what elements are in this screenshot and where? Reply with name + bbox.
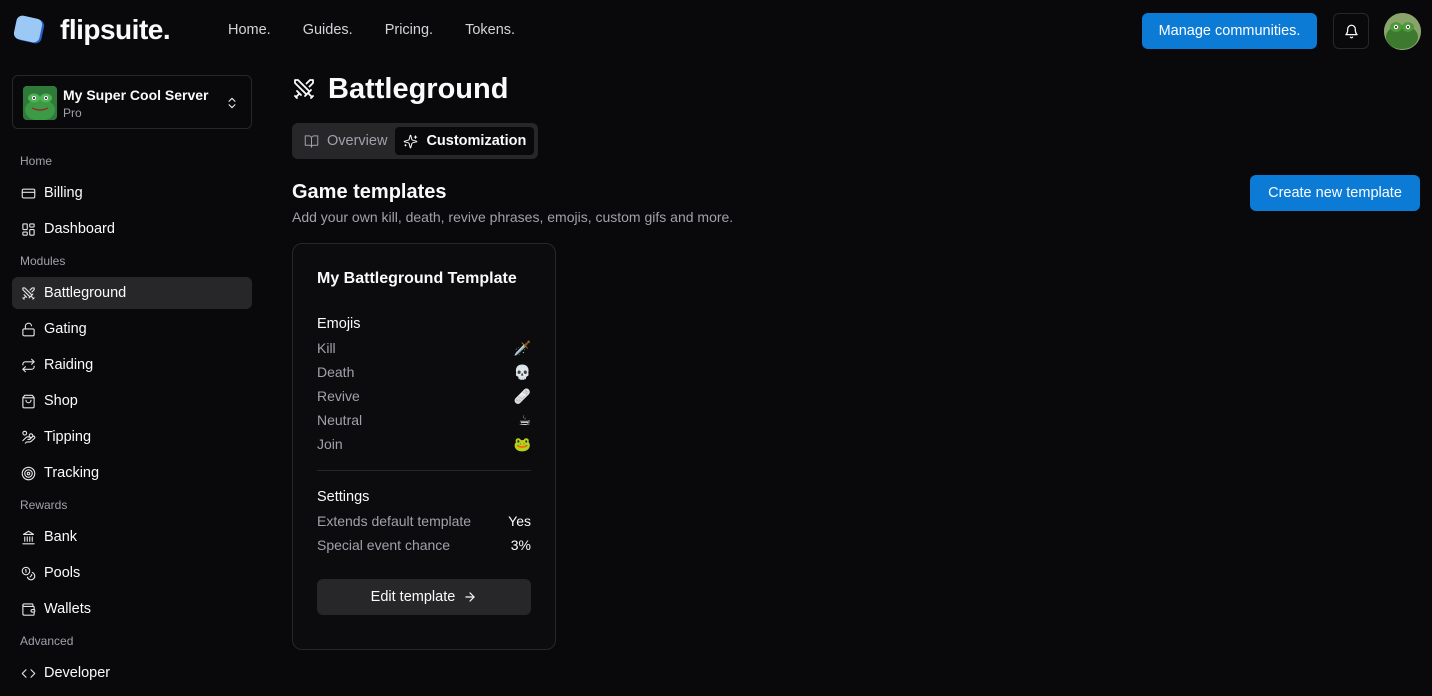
bell-icon xyxy=(1344,24,1358,38)
wallet-icon xyxy=(20,601,36,617)
sidebar-item-label: Shop xyxy=(44,393,78,409)
page-header: Battleground xyxy=(292,70,1420,108)
template-card: My Battleground Template Emojis Kill 🗡️ … xyxy=(292,243,556,650)
nav-pricing-link[interactable]: Pricing. xyxy=(385,22,433,38)
sidebar-item-label: Dashboard xyxy=(44,221,115,237)
tab-label: Overview xyxy=(327,133,388,149)
template-title: My Battleground Template xyxy=(317,270,517,287)
edit-template-button[interactable]: Edit template xyxy=(317,579,531,615)
sidebar-item-battleground[interactable]: Battleground xyxy=(12,277,252,309)
tab-customization[interactable]: Customization xyxy=(395,127,535,155)
bandage-icon: 🩹 xyxy=(513,387,531,404)
list-item: Special event chance 3% xyxy=(317,537,531,553)
flipsuite-logo-icon xyxy=(13,14,48,46)
divider xyxy=(317,470,531,471)
server-switcher[interactable]: My Super Cool Server Pro xyxy=(12,75,252,129)
nav-home-link[interactable]: Home. xyxy=(228,22,271,38)
user-avatar[interactable] xyxy=(1384,13,1421,50)
sidebar-item-tracking[interactable]: Tracking xyxy=(12,457,252,489)
swords-icon xyxy=(20,285,36,301)
server-plan: Pro xyxy=(63,106,82,120)
sidebar-item-tipping[interactable]: Tipping xyxy=(12,421,252,453)
emojis-heading: Emojis xyxy=(317,316,361,332)
coffee-icon: ☕ xyxy=(518,411,531,428)
book-open-icon xyxy=(304,134,319,148)
emoji-list: Kill 🗡️ Death 💀 Revive 🩹 Neutral ☕ Join … xyxy=(317,336,531,456)
landmark-icon xyxy=(20,529,36,545)
sidebar-section-home: Home xyxy=(20,154,53,168)
list-item: Join 🐸 xyxy=(317,435,531,453)
target-icon xyxy=(20,465,36,481)
nav-guides-link[interactable]: Guides. xyxy=(303,22,353,38)
sidebar-item-raiding[interactable]: Raiding xyxy=(12,349,252,381)
sidebar-item-label: Battleground xyxy=(44,285,127,301)
manage-communities-button[interactable]: Manage communities. xyxy=(1142,13,1317,49)
credit-card-icon xyxy=(20,185,36,201)
list-item: Extends default template Yes xyxy=(317,513,531,529)
templates-header: Game templates Add your own kill, death,… xyxy=(292,175,1420,225)
sidebar-item-label: Raiding xyxy=(44,357,94,373)
page-title: Battleground xyxy=(328,72,509,105)
settings-list: Extends default template Yes Special eve… xyxy=(317,509,531,557)
sidebar-item-dashboard[interactable]: Dashboard xyxy=(12,213,252,245)
swords-icon xyxy=(294,79,314,99)
frog-icon: 🐸 xyxy=(513,435,531,452)
list-item: Kill 🗡️ xyxy=(317,339,531,357)
sidebar-item-label: Pools xyxy=(44,565,81,581)
brand-name: flipsuite. xyxy=(60,14,171,45)
sidebar-item-label: Wallets xyxy=(44,601,91,617)
server-avatar xyxy=(23,86,57,120)
chevrons-up-down-icon xyxy=(225,95,239,116)
sidebar-item-label: Bank xyxy=(44,529,78,545)
sidebar-item-label: Billing xyxy=(44,185,83,201)
dagger-icon: 🗡️ xyxy=(513,339,531,356)
create-template-button[interactable]: Create new template xyxy=(1250,175,1420,211)
page-tabs: Overview Customization xyxy=(292,123,539,159)
top-bar: flipsuite. Home. Guides. Pricing. Tokens… xyxy=(0,0,1432,62)
sidebar-item-pools[interactable]: Pools xyxy=(12,557,252,589)
sidebar-section-modules: Modules xyxy=(20,254,66,268)
sidebar-item-shop[interactable]: Shop xyxy=(12,385,252,417)
section-subtitle: Add your own kill, death, revive phrases… xyxy=(292,209,734,225)
sidebar-item-wallets[interactable]: Wallets xyxy=(12,593,252,625)
sidebar-item-billing[interactable]: Billing xyxy=(12,177,252,209)
arrow-right-icon xyxy=(465,592,475,602)
main-nav: Home. Guides. Pricing. Tokens. xyxy=(228,22,515,38)
list-item: Neutral ☕ xyxy=(317,411,531,429)
sidebar-item-label: Tracking xyxy=(44,465,100,481)
sparkles-icon xyxy=(404,134,418,148)
sidebar-item-bank[interactable]: Bank xyxy=(12,521,252,553)
sidebar: My Super Cool Server Pro Home Billing Da… xyxy=(12,75,252,693)
skull-icon: 💀 xyxy=(513,363,531,380)
shopping-bag-icon xyxy=(20,393,36,409)
repeat-icon xyxy=(20,357,36,373)
edit-template-label: Edit template xyxy=(370,589,456,605)
sidebar-section-advanced: Advanced xyxy=(20,634,74,648)
sidebar-item-label: Developer xyxy=(44,665,111,681)
tab-overview[interactable]: Overview xyxy=(296,127,395,155)
sidebar-item-label: Gating xyxy=(44,321,87,337)
brand-logo[interactable]: flipsuite. xyxy=(13,14,171,46)
lock-open-icon xyxy=(20,321,36,337)
coins-icon xyxy=(20,565,36,581)
code-icon xyxy=(20,665,36,681)
main-content: Battleground Overview Customization Game… xyxy=(292,70,1420,650)
layout-dashboard-icon xyxy=(20,221,36,237)
settings-heading: Settings xyxy=(317,489,370,505)
notifications-button[interactable] xyxy=(1333,13,1369,49)
sidebar-item-developer[interactable]: Developer xyxy=(12,657,252,689)
sidebar-item-label: Tipping xyxy=(44,429,92,445)
tab-label: Customization xyxy=(426,133,527,149)
server-name: My Super Cool Server xyxy=(63,87,209,103)
nav-tokens-link[interactable]: Tokens. xyxy=(465,22,515,38)
hand-coins-icon xyxy=(20,429,36,445)
list-item: Revive 🩹 xyxy=(317,387,531,405)
sidebar-section-rewards: Rewards xyxy=(20,498,68,512)
sidebar-item-gating[interactable]: Gating xyxy=(12,313,252,345)
list-item: Death 💀 xyxy=(317,363,531,381)
